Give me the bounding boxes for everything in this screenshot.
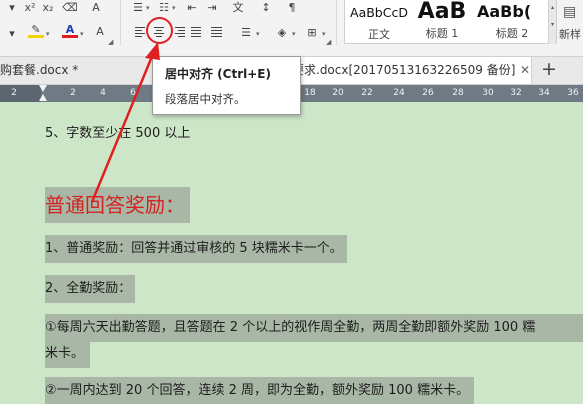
style-heading-2-label: 标题 2 <box>495 27 529 40</box>
style-heading-1-label: 标题 1 <box>425 27 459 40</box>
ruler-tick: 18 <box>304 88 316 98</box>
line-spacing-icon[interactable]: ☰ <box>238 25 254 39</box>
ribbon-toolbar: ▾ x² x₂ ⌫ A ▾ ✎ ▾ A ▾ A ◢ ☰ ▾ ☷ ▾ ⇤ ⇥ ⽂ … <box>0 0 583 57</box>
style-heading-2[interactable]: AaBb( 标题 2 <box>475 0 549 44</box>
styles-scroll[interactable]: ▴ ▾ <box>549 0 557 44</box>
paragraph-dialog-launcher-icon[interactable]: ◢ <box>326 38 331 46</box>
align-center-tooltip: 居中对齐 (Ctrl+E) 段落居中对齐。 <box>152 56 301 115</box>
ruler-indent-marker[interactable] <box>39 85 48 102</box>
ruler-tick: 34 <box>538 88 550 98</box>
font-color-icon[interactable]: A <box>62 23 78 38</box>
paragraph-weekly-rule-continued: 米卡。 <box>45 340 91 368</box>
distributed-align-icon[interactable] <box>208 24 226 40</box>
font-size-arrow-icon[interactable]: ▾ <box>4 0 20 14</box>
ruler-tick: 28 <box>452 88 464 98</box>
paragraph-twenty-answers-rule: ②一周内达到 20 个回答，连续 2 周，即为全勤，额外奖励 100 糯米卡。 <box>45 377 475 404</box>
ribbon-separator <box>120 0 121 45</box>
increase-indent-icon[interactable]: ⇥ <box>204 0 220 14</box>
ai-format-icon[interactable]: A <box>88 0 104 14</box>
first-line-indent-marker[interactable] <box>39 85 47 92</box>
numbered-list-icon[interactable]: ☷ <box>156 0 172 14</box>
font-dialog-launcher-icon[interactable]: ◢ <box>108 38 113 46</box>
ruler-tick: 4 <box>100 88 106 98</box>
subscript-icon[interactable]: x₂ <box>40 0 56 14</box>
borders-icon[interactable]: ⊞ <box>304 25 320 39</box>
style-normal-preview: AaBbCcD <box>350 5 408 20</box>
ruler-tick: 6 <box>130 88 136 98</box>
ruler-tick: 20 <box>332 88 344 98</box>
ruler-tick: 32 <box>510 88 522 98</box>
shading-dropdown-icon[interactable]: ▾ <box>292 30 296 38</box>
ruler-tick: 26 <box>422 88 434 98</box>
styles-scroll-down-icon[interactable]: ▾ <box>549 21 556 28</box>
sort-icon[interactable]: ↕ <box>258 0 274 14</box>
chinese-layout-icon[interactable]: ⽂ <box>230 0 246 14</box>
style-normal-label: 正文 <box>368 28 390 41</box>
highlight-dropdown-icon[interactable]: ▾ <box>46 30 50 38</box>
show-marks-icon[interactable]: ¶ <box>284 0 300 14</box>
ruler-tick: 30 <box>482 88 494 98</box>
superscript-icon[interactable]: x² <box>22 0 38 14</box>
highlight-color-icon[interactable]: ✎ <box>28 23 44 38</box>
char-shading-icon[interactable]: A <box>92 24 108 38</box>
paragraph-word-count: 5、字数至少在 500 以上 <box>45 126 191 141</box>
ruler-tick: 22 <box>361 88 373 98</box>
new-style-label: 新样 <box>559 28 581 41</box>
heading-normal-answer-reward: 普通回答奖励： <box>45 187 190 223</box>
decrease-indent-icon[interactable]: ⇤ <box>184 0 200 14</box>
document-page[interactable]: 5、字数至少在 500 以上 普通回答奖励： 1、普通奖励：回答并通过审核的 5… <box>0 102 583 404</box>
tab-document-1[interactable]: 购套餐.docx * <box>0 57 78 84</box>
tooltip-description: 段落居中对齐。 <box>165 92 246 106</box>
paragraph-normal-reward: 1、普通奖励：回答并通过审核的 5 块糯米卡一个。 <box>45 235 347 263</box>
tooltip-title: 居中对齐 (Ctrl+E) <box>165 67 271 81</box>
style-heading-1[interactable]: AaB 标题 1 <box>411 0 473 44</box>
clear-format-icon[interactable]: ⌫ <box>62 0 78 14</box>
styles-gallery: AaBbCcD 正文 AaB 标题 1 AaBb( 标题 2 <box>344 0 549 44</box>
style-heading-1-preview: AaB <box>417 0 467 24</box>
font-color-dropdown-icon[interactable]: ▾ <box>80 30 84 38</box>
paragraph-weekly-rule: ①每周六天出勤答题，且答题在 2 个以上的视作周全勤，两周全勤即额外奖励 100… <box>45 314 583 342</box>
annotation-circle <box>146 17 173 44</box>
ruler-tick: 2 <box>11 88 17 98</box>
style-normal[interactable]: AaBbCcD 正文 <box>348 0 410 44</box>
ribbon-separator <box>336 0 337 45</box>
ruler-tick: 2 <box>70 88 76 98</box>
hanging-indent-marker[interactable] <box>39 94 47 101</box>
style-heading-2-preview: AaBb( <box>477 2 532 21</box>
borders-dropdown-icon[interactable]: ▾ <box>322 30 326 38</box>
bullet-list-icon[interactable]: ☰ <box>130 0 146 14</box>
line-spacing-dropdown-icon[interactable]: ▾ <box>256 30 260 38</box>
text-effect-arrow-icon[interactable]: ▾ <box>4 26 20 40</box>
numbered-list-dropdown-icon[interactable]: ▾ <box>172 4 176 12</box>
new-style-icon: ▤ <box>563 4 577 20</box>
new-tab-button[interactable]: + <box>541 57 557 84</box>
tab-document-2[interactable]: 要求.docx[20170513163226509 备份] <box>285 57 532 84</box>
tab-close-icon[interactable]: ✕ <box>520 57 530 84</box>
shading-icon[interactable]: ◈ <box>274 25 290 39</box>
styles-scroll-up-icon[interactable]: ▴ <box>549 4 556 11</box>
justify-icon[interactable] <box>188 24 206 40</box>
paragraph-attendance-reward: 2、全勤奖励： <box>45 275 136 303</box>
ruler-tick: 36 <box>567 88 579 98</box>
bullet-list-dropdown-icon[interactable]: ▾ <box>146 4 150 12</box>
ruler-tick: 24 <box>393 88 405 98</box>
new-style-button[interactable]: ▤ 新样 <box>559 0 583 44</box>
